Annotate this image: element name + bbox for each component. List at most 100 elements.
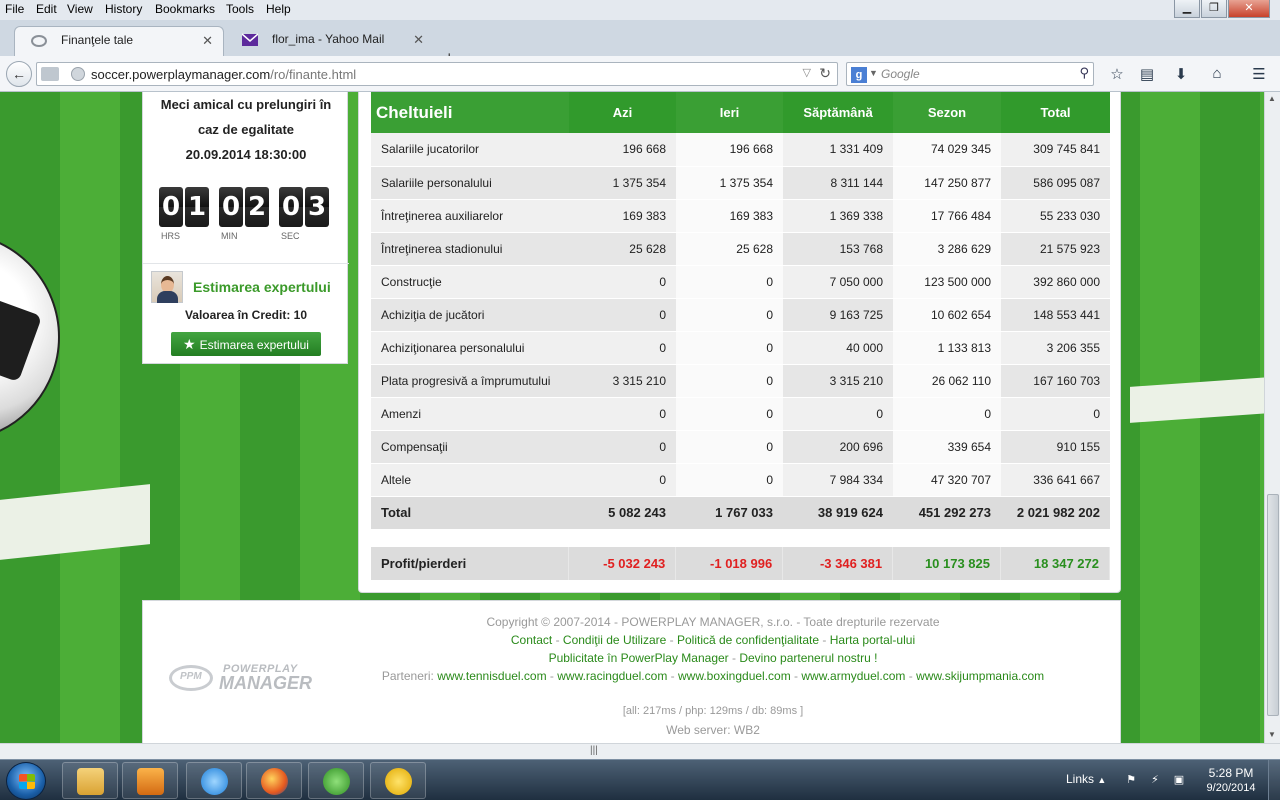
scroll-up-icon[interactable]: ▲ xyxy=(1268,94,1276,103)
scroll-grip-icon[interactable]: ||| xyxy=(590,745,598,756)
footer-link[interactable]: www.tennisduel.com xyxy=(437,669,546,683)
menu-tools[interactable]: Tools xyxy=(226,2,254,16)
tray-power-icon[interactable]: ⚡ xyxy=(1148,773,1162,787)
footer-link[interactable]: Publicitate în PowerPlay Manager xyxy=(549,651,729,665)
links-toolbar[interactable]: Links ▲ xyxy=(1066,772,1106,786)
show-desktop-button[interactable] xyxy=(1268,760,1280,800)
match-info: Meci amical cu prelungiri în caz de egal… xyxy=(143,92,349,167)
table-row: Achiziţia de jucători 0 0 9 163 725 10 602 6… xyxy=(371,298,1110,332)
countdown-seconds: 0 3 SEC xyxy=(279,187,331,241)
url-text[interactable]: soccer.powerplaymanager.com/ro/finante.h… xyxy=(91,67,356,82)
footer-link[interactable]: www.armyduel.com xyxy=(801,669,905,683)
vertical-scrollbar[interactable]: ▲ ▼ xyxy=(1264,92,1280,743)
row-label: Achiziţia de jucători xyxy=(371,298,569,332)
tab-finante[interactable]: Finanţele tale ✕ xyxy=(14,26,224,56)
minimize-icon[interactable]: ▁ xyxy=(1174,0,1200,18)
taskbar-explorer[interactable] xyxy=(62,762,118,799)
menu-bookmarks[interactable]: Bookmarks xyxy=(155,2,215,16)
taskbar-utorrent[interactable] xyxy=(308,762,364,799)
table-row: Salariile personalului 1 375 354 1 375 354… xyxy=(371,166,1110,200)
row-label: Compensaţii xyxy=(371,430,569,464)
taskbar-firefox[interactable] xyxy=(246,762,302,799)
table-cell: 21 575 923 xyxy=(1001,232,1110,266)
search-engine-dropdown-icon[interactable]: ▼ xyxy=(869,68,878,78)
total-cell: 2 021 982 202 xyxy=(1001,496,1110,530)
footer-link[interactable]: Contact xyxy=(511,633,552,647)
table-row: Plata progresivă a împrumutului 3 315 210… xyxy=(371,364,1110,398)
expert-avatar xyxy=(151,271,183,303)
downloads-icon[interactable]: ⬇ xyxy=(1171,65,1191,83)
folder-icon xyxy=(77,768,104,795)
table-cell: 0 xyxy=(676,397,783,431)
search-placeholder[interactable]: Google xyxy=(881,67,920,81)
link-separator: - xyxy=(728,651,740,665)
total-label: Total xyxy=(371,496,569,530)
url-dropdown-icon[interactable]: ▽ xyxy=(803,66,811,79)
table-cell: 392 860 000 xyxy=(1001,265,1110,299)
footer-links-primary: Contact - Condiţii de Utilizare - Politi… xyxy=(343,633,1083,647)
reload-icon[interactable]: ↻ xyxy=(819,65,831,82)
menu-help[interactable]: Help xyxy=(266,2,291,16)
table-cell: 0 xyxy=(676,430,783,464)
table-cell: 339 654 xyxy=(893,430,1001,464)
search-bar[interactable]: g ▼ Google ⚲ xyxy=(846,62,1094,86)
google-icon[interactable]: g xyxy=(851,67,867,83)
table-cell: 0 xyxy=(569,298,676,332)
utorrent-icon xyxy=(323,768,350,795)
taskbar-internet-explorer[interactable] xyxy=(186,762,242,799)
footer-link[interactable]: Devino partenerul nostru ! xyxy=(739,651,877,665)
menu-view[interactable]: View xyxy=(67,2,93,16)
hamburger-menu-icon[interactable]: ☰ xyxy=(1249,65,1269,83)
taskbar-media-player[interactable] xyxy=(122,762,178,799)
expert-estimate-button[interactable]: ★ Estimarea expertului xyxy=(171,332,321,356)
table-cell: 147 250 877 xyxy=(893,166,1001,200)
scroll-down-icon[interactable]: ▼ xyxy=(1268,730,1276,739)
scroll-thumb[interactable] xyxy=(1267,494,1279,716)
table-cell: 0 xyxy=(1001,397,1110,431)
footer-link[interactable]: www.boxingduel.com xyxy=(678,669,791,683)
tab-title: Finanţele tale xyxy=(61,33,134,47)
menu-file[interactable]: File xyxy=(5,2,24,16)
min-label: MIN xyxy=(221,231,238,241)
horizontal-scrollbar[interactable]: ||| xyxy=(0,743,1280,759)
footer-link[interactable]: Harta portal-ului xyxy=(830,633,915,647)
tray-network-icon[interactable]: ▣ xyxy=(1172,773,1186,787)
back-arrow-icon[interactable]: ← xyxy=(6,61,32,87)
credit-value-line: Valoarea în Credit: 10 xyxy=(143,308,349,322)
close-window-icon[interactable]: ✕ xyxy=(1228,0,1270,18)
menu-bar: File Edit View History Bookmarks Tools H… xyxy=(0,0,1280,20)
menu-edit[interactable]: Edit xyxy=(36,2,57,16)
search-magnifier-icon[interactable]: ⚲ xyxy=(1079,65,1089,81)
footer-link[interactable]: Politică de confidenţialitate xyxy=(677,633,819,647)
profit-loss-table: Profit/pierderi -5 032 243 -1 018 996 -3 34… xyxy=(371,547,1110,580)
tab-close-icon[interactable]: ✕ xyxy=(413,32,424,48)
menu-history[interactable]: History xyxy=(105,2,142,16)
countdown-digit: 0 xyxy=(219,187,243,227)
home-icon[interactable]: ⌂ xyxy=(1207,65,1227,83)
restore-icon[interactable]: ❐ xyxy=(1201,0,1227,18)
taskbar-yahoo-messenger[interactable] xyxy=(370,762,426,799)
tray-flag-icon[interactable]: ⚑ xyxy=(1124,773,1138,787)
table-cell: 123 500 000 xyxy=(893,265,1001,299)
copyright-text: Copyright © 2007-2014 - POWERPLAY MANAGE… xyxy=(486,615,940,629)
bookmarks-list-icon[interactable]: ▤ xyxy=(1137,65,1157,83)
clock-date[interactable]: 9/20/2014 xyxy=(1203,782,1259,794)
tab-yahoo-mail[interactable]: flor_ima - Yahoo Mail ✕ xyxy=(226,26,434,56)
powerplay-manager-logo[interactable]: PPM POWERPLAY MANAGER xyxy=(169,663,329,693)
footer-link[interactable]: Condiţii de Utilizare xyxy=(563,633,666,647)
countdown-digit: 2 xyxy=(245,187,269,227)
table-row: Compensaţii 0 0 200 696 339 654 910 155 xyxy=(371,430,1110,464)
page-grid-icon[interactable] xyxy=(41,67,59,81)
bookmark-star-icon[interactable]: ☆ xyxy=(1107,65,1127,83)
windows-start-icon[interactable] xyxy=(6,762,46,800)
match-type-line1: Meci amical cu prelungiri în xyxy=(160,97,332,112)
footer-link[interactable]: www.skijumpmania.com xyxy=(916,669,1044,683)
table-cell: 0 xyxy=(569,265,676,299)
logo-ring-text: PPM xyxy=(180,671,202,682)
chevron-up-icon: ▲ xyxy=(1097,775,1107,785)
tab-close-icon[interactable]: ✕ xyxy=(202,33,213,49)
clock-time[interactable]: 5:28 PM xyxy=(1203,766,1259,780)
footer-link[interactable]: www.racingduel.com xyxy=(557,669,667,683)
partners-label: Parteneri: xyxy=(381,669,438,683)
url-bar[interactable]: soccer.powerplaymanager.com/ro/finante.h… xyxy=(36,62,838,86)
